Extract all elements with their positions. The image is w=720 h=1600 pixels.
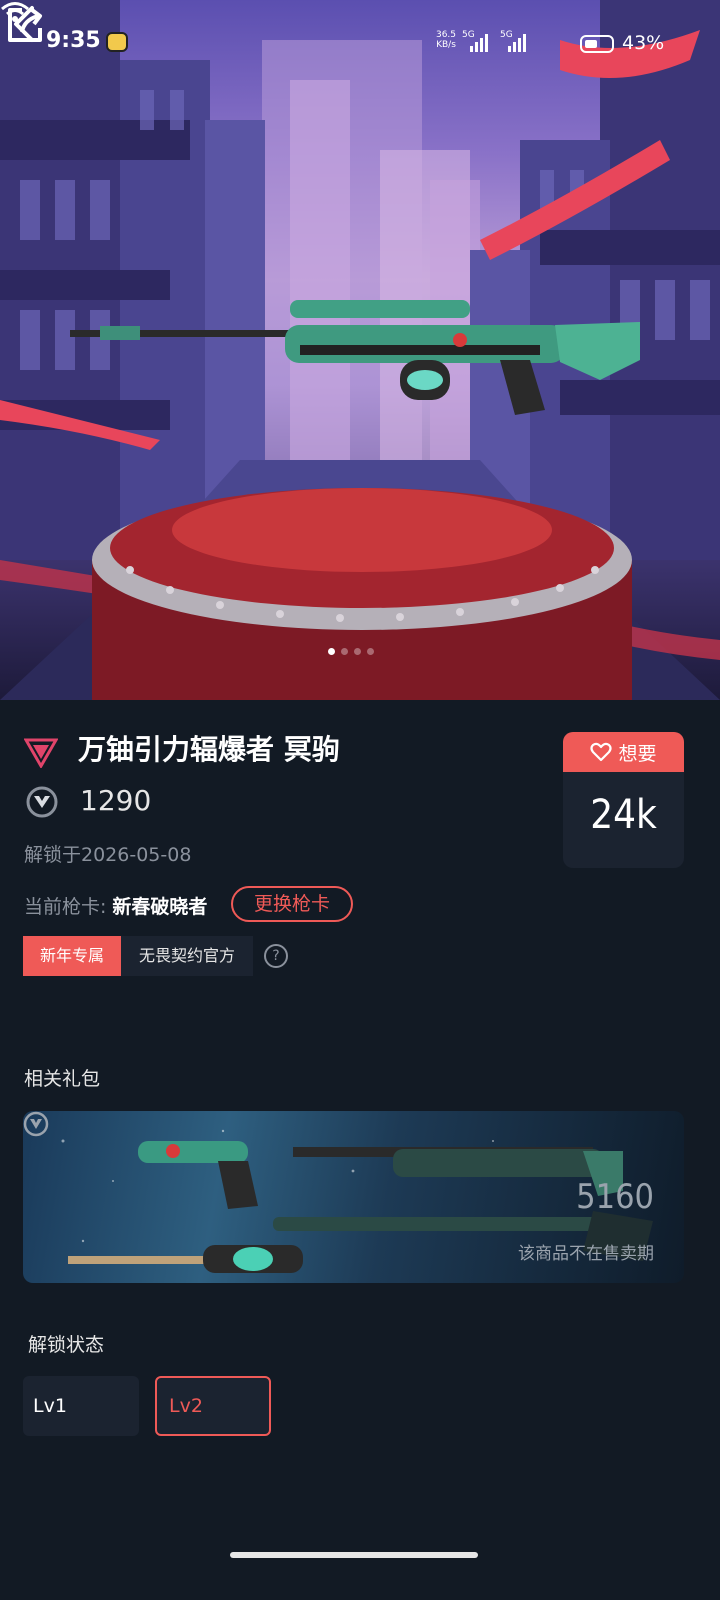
- carousel-dot-active: [328, 648, 335, 655]
- current-card-row: 当前枪卡: 新春破晓者: [24, 892, 207, 919]
- app-notification-icon: [106, 32, 128, 52]
- unlock-status-title: 解锁状态: [28, 1334, 105, 1356]
- tag-new-year: 新年专属: [23, 936, 121, 976]
- battery-percent: 43%: [622, 32, 665, 54]
- signal2-icon: [508, 34, 526, 52]
- share-icon: [8, 8, 42, 42]
- product-title: 万铀引力辐爆者 冥驹: [78, 733, 340, 766]
- carousel-dot: [367, 648, 374, 655]
- help-icon[interactable]: ?: [264, 944, 288, 968]
- current-card-label: 当前枪卡:: [24, 896, 107, 918]
- share-button[interactable]: [0, 0, 50, 50]
- want-box[interactable]: 想要 24k: [563, 732, 684, 868]
- hero-artwork: [0, 0, 720, 700]
- product-details: 万铀引力辐爆者 冥驹 1290 解锁于2026-05-08 当前枪卡: 新春破晓者…: [0, 700, 720, 1600]
- change-card-button[interactable]: 更换枪卡: [231, 886, 353, 922]
- product-price: 1290: [80, 784, 152, 817]
- network-speed-unit: KB/s: [436, 40, 456, 50]
- unlock-date: 解锁于2026-05-08: [24, 844, 192, 866]
- bundle-card[interactable]: 5160 该商品不在售卖期: [23, 1111, 684, 1283]
- status-time: 9:35: [46, 28, 101, 53]
- level-1-option[interactable]: Lv1: [23, 1376, 139, 1436]
- want-label: 想要: [618, 742, 657, 765]
- bundle-vp-icon: [23, 1111, 49, 1137]
- status-bar: 9:35 36.5 KB/s 5G 5G 43%: [0, 0, 720, 90]
- heart-icon: [590, 742, 613, 762]
- carousel-indicator: [328, 648, 374, 655]
- carousel-dot: [341, 648, 348, 655]
- tag-official: 无畏契约官方: [121, 936, 253, 976]
- signal1-icon: [470, 34, 488, 52]
- level-2-option[interactable]: Lv2: [155, 1376, 271, 1436]
- hero-banner[interactable]: 9:35 36.5 KB/s 5G 5G 43%: [0, 0, 720, 700]
- carousel-dot: [354, 648, 361, 655]
- battery-icon: [580, 35, 614, 53]
- vp-currency-icon: [26, 786, 58, 818]
- bundle-sale-status: 该商品不在售卖期: [518, 1244, 654, 1264]
- bundle-section-title: 相关礼包: [24, 1068, 101, 1090]
- rarity-icon: [24, 738, 58, 768]
- network-speed-value: 36.5: [435, 30, 457, 40]
- bundle-price: 5160: [576, 1177, 654, 1217]
- network-speed: 36.5 KB/s: [432, 30, 460, 50]
- want-button[interactable]: 想要: [563, 732, 684, 772]
- home-indicator[interactable]: [230, 1552, 478, 1558]
- current-card-value: 新春破晓者: [112, 896, 208, 918]
- want-count: 24k: [590, 792, 657, 838]
